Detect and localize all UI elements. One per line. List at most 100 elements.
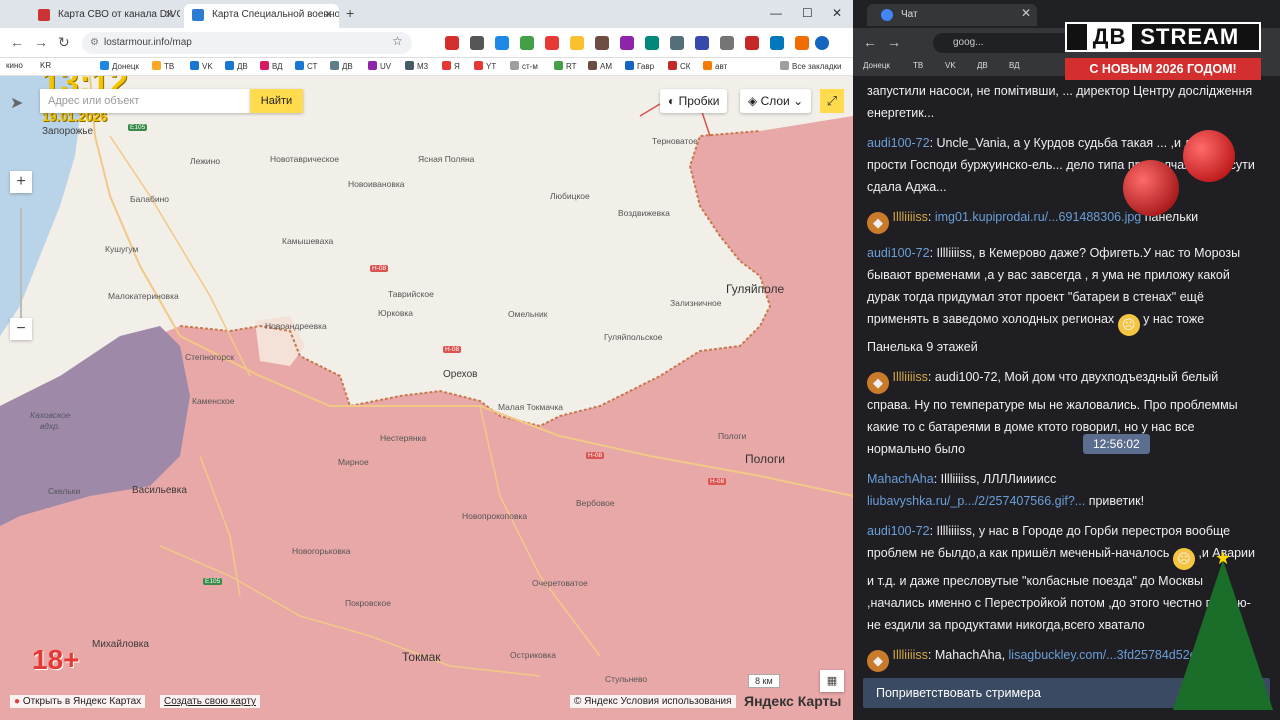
google-icon [881, 9, 893, 21]
bookmark-item[interactable]: KR [40, 61, 51, 70]
bookmark-item[interactable]: ТВ [152, 61, 174, 71]
extension-icon[interactable] [770, 36, 784, 50]
bookmark-item[interactable]: Гавр [625, 61, 654, 71]
place-label: Малая Токмачка [498, 402, 563, 412]
bookmark-item[interactable]: ТВ [913, 61, 923, 70]
zoom-in-button[interactable]: + [10, 171, 32, 193]
chat-username[interactable]: audi100-72 [867, 136, 930, 150]
extension-icon[interactable] [645, 36, 659, 50]
bookmark-item[interactable]: ВД [1009, 61, 1020, 70]
fullscreen-icon[interactable]: ⤢ [820, 89, 844, 113]
bookmark-item[interactable]: UV [368, 61, 391, 71]
message-link[interactable]: liubavyshka.ru/_p.../2/257407566.gif?... [867, 494, 1085, 508]
new-tab-button[interactable]: + [346, 5, 354, 21]
forward-icon[interactable]: → [34, 34, 48, 50]
extension-icon[interactable] [695, 36, 709, 50]
yandex-maps-logo: Яндекс Карты [744, 693, 842, 709]
minimize-icon[interactable]: — [770, 6, 782, 20]
close-icon[interactable]: ✕ [324, 4, 333, 26]
tab-svo-map[interactable]: Карта Специальной военной ✕ [184, 4, 339, 28]
bookmark-star-icon[interactable]: ☆ [392, 34, 403, 48]
layers-button[interactable]: ◈ Слои ⌄ [740, 89, 812, 113]
url-input[interactable]: ⚙ lostarmour.info/map [82, 32, 412, 54]
place-label: Гуляйпольское [604, 332, 663, 342]
bookmark-item[interactable]: ДВ [330, 61, 353, 71]
chat-username[interactable]: Illliiiiss [892, 648, 927, 662]
chat-username[interactable]: MahachAha [867, 472, 934, 486]
zoom-slider[interactable] [20, 208, 22, 328]
create-map-link[interactable]: Создать свою карту [160, 695, 261, 708]
open-in-yandex-link[interactable]: ● Открыть в Яндекс Картах [10, 695, 146, 708]
zoom-out-button[interactable]: − [10, 318, 32, 340]
christmas-tree-icon [1173, 560, 1273, 710]
reload-icon[interactable]: ↻ [58, 34, 70, 51]
extension-icon[interactable] [470, 36, 484, 50]
stream-logo: ДВ STREAM [1065, 22, 1261, 52]
extension-icon[interactable] [495, 36, 509, 50]
close-window-icon[interactable]: ✕ [832, 6, 842, 20]
all-bookmarks[interactable]: Все закладки [780, 61, 841, 71]
bookmark-item[interactable]: Донецк [863, 61, 890, 70]
maximize-icon[interactable]: ☐ [802, 6, 813, 20]
water-label: Каховское [30, 410, 71, 420]
bookmark-item[interactable]: М3 [405, 61, 428, 71]
extension-icon[interactable] [795, 36, 809, 50]
bookmark-item[interactable]: YT [474, 61, 496, 71]
tab-favicon-icon [38, 9, 50, 21]
find-button[interactable]: Найти [250, 89, 303, 113]
chat-username[interactable]: audi100-72 [867, 246, 930, 260]
extension-icon[interactable] [745, 36, 759, 50]
close-icon[interactable]: ✕ [1021, 6, 1031, 20]
copyright-link[interactable]: © Яндекс Условия использования [570, 695, 736, 708]
road-label: H-08 [443, 346, 462, 353]
bookmark-item[interactable]: ДВ [977, 61, 988, 70]
chat-url-input[interactable]: goog... [933, 33, 1073, 53]
place-label: Новоандреевка [265, 321, 327, 331]
bookmark-item[interactable]: VK [945, 61, 956, 70]
bookmark-item[interactable]: ст-м [510, 61, 538, 71]
tab-divgen-map[interactable]: Карта СВО от канала DIVGEN ✕ [30, 4, 180, 28]
chat-username[interactable]: audi100-72 [867, 524, 930, 538]
back-icon[interactable]: ← [10, 34, 24, 50]
extension-icon[interactable] [720, 36, 734, 50]
place-label: Пологи [745, 452, 785, 466]
extension-icon[interactable] [620, 36, 634, 50]
chat-username[interactable]: Illliiiiss [892, 210, 927, 224]
message-text: запустили насоси, не помітивши, ... дире… [867, 84, 1253, 120]
bookmark-item[interactable]: авт [703, 61, 727, 71]
traffic-button[interactable]: ◐ Пробки [660, 89, 728, 113]
ruler-icon[interactable]: ▦ [820, 670, 844, 692]
bookmark-item[interactable]: VK [190, 61, 213, 71]
back-icon[interactable]: ← [863, 34, 877, 50]
place-label: Пологи [718, 431, 747, 441]
place-label: Гуляйполе [726, 282, 785, 296]
tab-label: Карта СВО от канала DIVGEN [58, 9, 180, 20]
bookmark-item[interactable]: СТ [295, 61, 317, 71]
message-link[interactable]: img01.kupiprodai.ru/...691488306.jpg [935, 210, 1141, 224]
map-canvas[interactable]: 13:12 19.01.2026 ➤ Адрес или объект Найт… [0, 76, 853, 720]
extension-icon[interactable] [570, 36, 584, 50]
extension-icon[interactable] [670, 36, 684, 50]
extension-icon[interactable] [595, 36, 609, 50]
close-icon[interactable]: ✕ [165, 4, 174, 26]
extension-icon[interactable] [520, 36, 534, 50]
left-browser-window: Карта СВО от канала DIVGEN ✕ Карта Специ… [0, 0, 853, 720]
chat-message: ◆ Illliiiiss: img01.kupiprodai.ru/...691… [867, 206, 1257, 234]
tab-chat[interactable]: Чат [867, 4, 1037, 26]
profile-avatar[interactable] [815, 36, 829, 50]
bookmark-item[interactable]: ДВ [225, 61, 248, 71]
bookmark-item[interactable]: кино [6, 61, 23, 70]
bookmark-item[interactable]: СК [668, 61, 690, 71]
bookmark-item[interactable]: AM [588, 61, 612, 71]
extension-icon[interactable] [545, 36, 559, 50]
chat-username[interactable]: Illliiiiss [892, 370, 927, 384]
locate-icon[interactable]: ➤ [10, 93, 23, 113]
place-label: Ясная Поляна [418, 154, 475, 164]
bookmark-item[interactable]: RT [554, 61, 577, 71]
map-search-input[interactable]: Адрес или объект [40, 89, 250, 113]
bookmark-item[interactable]: Я [442, 61, 460, 71]
bookmark-item[interactable]: ВД [260, 61, 283, 71]
forward-icon[interactable]: → [887, 34, 901, 50]
bookmark-item[interactable]: Донецк [100, 61, 139, 71]
extension-icon[interactable] [445, 36, 459, 50]
